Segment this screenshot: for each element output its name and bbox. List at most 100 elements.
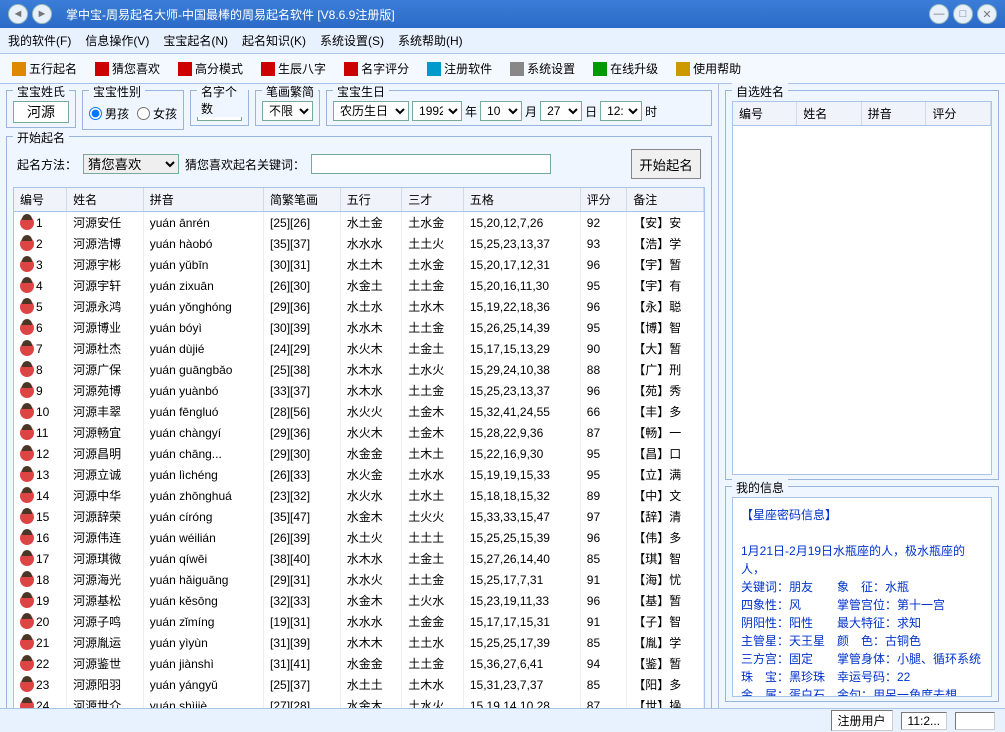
menu-item[interactable]: 起名知识(K) xyxy=(242,32,306,49)
info-label: 我的信息 xyxy=(732,479,788,496)
table-row[interactable]: 9河源苑博yuán yuànbó[33][37]水木水土土金15,25,23,1… xyxy=(14,380,704,401)
method-select[interactable]: 猜您喜欢 xyxy=(83,154,179,174)
nav-back-button[interactable]: ◄ xyxy=(8,4,28,24)
column-header[interactable]: 编号 xyxy=(733,102,797,126)
info-content: 【星座密码信息】 1月21日-2月19日水瓶座的人，极水瓶座的人， 关键词：朋友… xyxy=(732,497,992,697)
table-row[interactable]: 19河源基松yuán kěsōng[32][33]水金木土火水15,23,19,… xyxy=(14,590,704,611)
year-select[interactable]: 1992 xyxy=(412,101,462,121)
table-row[interactable]: 6河源博业yuán bóyì[30][39]水水木土土金15,26,25,14,… xyxy=(14,317,704,338)
calendar-select[interactable]: 农历生日 xyxy=(333,101,409,121)
toolbar-五行起名[interactable]: 五行起名 xyxy=(8,58,81,79)
menu-item[interactable]: 系统帮助(H) xyxy=(398,32,463,49)
hour-select[interactable]: 12: xyxy=(600,101,642,121)
minimize-button[interactable]: — xyxy=(929,4,949,24)
column-header[interactable]: 拼音 xyxy=(861,102,926,126)
column-header[interactable]: 备注 xyxy=(627,188,704,212)
table-row[interactable]: 21河源胤运yuán yìyùn[31][39]水木木土土水15,25,25,1… xyxy=(14,632,704,653)
menu-item[interactable]: 系统设置(S) xyxy=(320,32,384,49)
results-table[interactable]: 编号姓名拼音简繁笔画五行三才五格评分备注 1河源安任yuán ānrén[25]… xyxy=(13,187,705,708)
toolbar-系统设置[interactable]: 系统设置 xyxy=(506,58,579,79)
table-row[interactable]: 5河源永鸿yuán yǒnghóng[29][36]水土水土水木15,19,22… xyxy=(14,296,704,317)
column-header[interactable]: 姓名 xyxy=(67,188,144,212)
count-label: 名字个数 xyxy=(197,84,248,117)
table-row[interactable]: 12河源昌明yuán chāng...[29][30]水金金土木土15,22,1… xyxy=(14,443,704,464)
toolbar-生辰八字[interactable]: 生辰八字 xyxy=(257,58,330,79)
toolbar-注册软件[interactable]: 注册软件 xyxy=(423,58,496,79)
table-row[interactable]: 10河源丰翠yuán fēngluó[28][56]水火火土金木15,32,41… xyxy=(14,401,704,422)
table-row[interactable]: 13河源立诚yuán lìchéng[26][33]水火金土水水15,19,19… xyxy=(14,464,704,485)
surname-input[interactable] xyxy=(13,101,69,123)
face-icon xyxy=(20,594,34,608)
face-icon xyxy=(20,552,34,566)
start-button[interactable]: 开始起名 xyxy=(631,149,701,179)
table-row[interactable]: 23河源阳羽yuán yángyǔ[25][37]水土土土木水15,31,23,… xyxy=(14,674,704,695)
column-header[interactable]: 三才 xyxy=(402,188,464,212)
table-row[interactable]: 17河源琪微yuán qíwēi[38][40]水木水土金土15,27,26,1… xyxy=(14,548,704,569)
method-label: 起名方法： xyxy=(17,156,77,173)
column-header[interactable]: 五行 xyxy=(340,188,402,212)
month-select[interactable]: 10 xyxy=(480,101,522,121)
face-icon xyxy=(20,258,34,272)
surname-group: 宝宝姓氏 xyxy=(6,90,76,128)
tool-icon xyxy=(178,62,192,76)
keyword-input[interactable] xyxy=(311,154,551,174)
toolbar-名字评分[interactable]: 名字评分 xyxy=(340,58,413,79)
column-header[interactable]: 五格 xyxy=(463,188,580,212)
column-header[interactable]: 拼音 xyxy=(143,188,263,212)
table-row[interactable]: 20河源子鸣yuán zǐmíng[19][31]水水水土金金15,17,17,… xyxy=(14,611,704,632)
table-row[interactable]: 15河源辞荣yuán círóng[35][47]水金木土火火15,33,33,… xyxy=(14,506,704,527)
face-icon xyxy=(20,300,34,314)
face-icon xyxy=(20,510,34,524)
table-row[interactable]: 3河源宇彬yuán yǔbīn[30][31]水土木土水金15,20,17,12… xyxy=(14,254,704,275)
table-row[interactable]: 16河源伟连yuán wéilián[26][39]水土火土土土15,25,25… xyxy=(14,527,704,548)
face-icon xyxy=(20,384,34,398)
start-section: 开始起名 起名方法： 猜您喜欢 猜您喜欢起名关键词： 开始起名 编号姓名拼音简繁… xyxy=(6,136,712,708)
info-panel: 我的信息 【星座密码信息】 1月21日-2月19日水瓶座的人，极水瓶座的人， 关… xyxy=(725,486,999,702)
table-row[interactable]: 14河源中华yuán zhōnghuá[23][32]水火水土水土15,18,1… xyxy=(14,485,704,506)
table-row[interactable]: 4河源宇轩yuán zixuān[26][30]水金土土土金15,20,16,1… xyxy=(14,275,704,296)
column-header[interactable]: 姓名 xyxy=(797,102,862,126)
menu-item[interactable]: 我的软件(F) xyxy=(8,32,71,49)
day-select[interactable]: 27 xyxy=(540,101,582,121)
toolbar-猜您喜欢[interactable]: 猜您喜欢 xyxy=(91,58,164,79)
radio-female[interactable]: 女孩 xyxy=(137,105,177,122)
table-row[interactable]: 11河源畅宜yuán chàngyí[29][36]水火木土金木15,28,22… xyxy=(14,422,704,443)
column-header[interactable]: 编号 xyxy=(14,188,67,212)
tool-icon xyxy=(510,62,524,76)
gender-group: 宝宝性别 男孩 女孩 xyxy=(82,90,184,130)
stroke-select[interactable]: 不限 xyxy=(262,101,313,121)
table-row[interactable]: 2河源浩博yuán hàobó[35][37]水水水土土火15,25,23,13… xyxy=(14,233,704,254)
maximize-button[interactable]: □ xyxy=(953,4,973,24)
tool-icon xyxy=(427,62,441,76)
face-icon xyxy=(20,237,34,251)
table-row[interactable]: 8河源广保yuán guāngbǎo[25][38]水木水土水火15,29,24… xyxy=(14,359,704,380)
surname-label: 宝宝姓氏 xyxy=(13,84,69,100)
nav-forward-button[interactable]: ► xyxy=(32,4,52,24)
app-title: 掌中宝-周易起名大师-中国最棒的周易起名软件 [V8.6.9注册版] xyxy=(66,6,395,23)
toolbar: 五行起名猜您喜欢高分模式生辰八字名字评分注册软件系统设置在线升级使用帮助 xyxy=(0,54,1005,84)
table-row[interactable]: 24河源世介yuán shìjiè[27][28]水金木土水火15,19,14,… xyxy=(14,695,704,708)
radio-male[interactable]: 男孩 xyxy=(89,105,129,122)
selected-names-table[interactable]: 编号姓名拼音评分 xyxy=(732,101,992,475)
tool-icon xyxy=(12,62,26,76)
table-row[interactable]: 7河源杜杰yuán dùjié[24][29]水火木土金土15,17,15,13… xyxy=(14,338,704,359)
menu-item[interactable]: 宝宝起名(N) xyxy=(163,32,228,49)
birth-group: 宝宝生日 农历生日 1992 年 10 月 27 日 12: 时 xyxy=(326,90,712,126)
stroke-label: 笔画繁简 xyxy=(262,84,318,100)
column-header[interactable]: 评分 xyxy=(926,102,991,126)
column-header[interactable]: 评分 xyxy=(580,188,627,212)
stroke-group: 笔画繁简 不限 xyxy=(255,90,320,126)
face-icon xyxy=(20,615,34,629)
selected-names-label: 自选姓名 xyxy=(732,83,788,100)
column-header[interactable]: 简繁笔画 xyxy=(264,188,341,212)
toolbar-使用帮助[interactable]: 使用帮助 xyxy=(672,58,745,79)
table-row[interactable]: 22河源鉴世yuán jiànshì[31][41]水金金土土金15,36,27… xyxy=(14,653,704,674)
toolbar-在线升级[interactable]: 在线升级 xyxy=(589,58,662,79)
close-button[interactable]: ✕ xyxy=(977,4,997,24)
face-icon xyxy=(20,405,34,419)
face-icon xyxy=(20,447,34,461)
table-row[interactable]: 18河源海光yuán hǎiguāng[29][31]水水火土土金15,25,1… xyxy=(14,569,704,590)
toolbar-高分模式[interactable]: 高分模式 xyxy=(174,58,247,79)
menu-item[interactable]: 信息操作(V) xyxy=(85,32,149,49)
table-row[interactable]: 1河源安任yuán ānrén[25][26]水土金土水金15,20,12,7,… xyxy=(14,212,704,234)
